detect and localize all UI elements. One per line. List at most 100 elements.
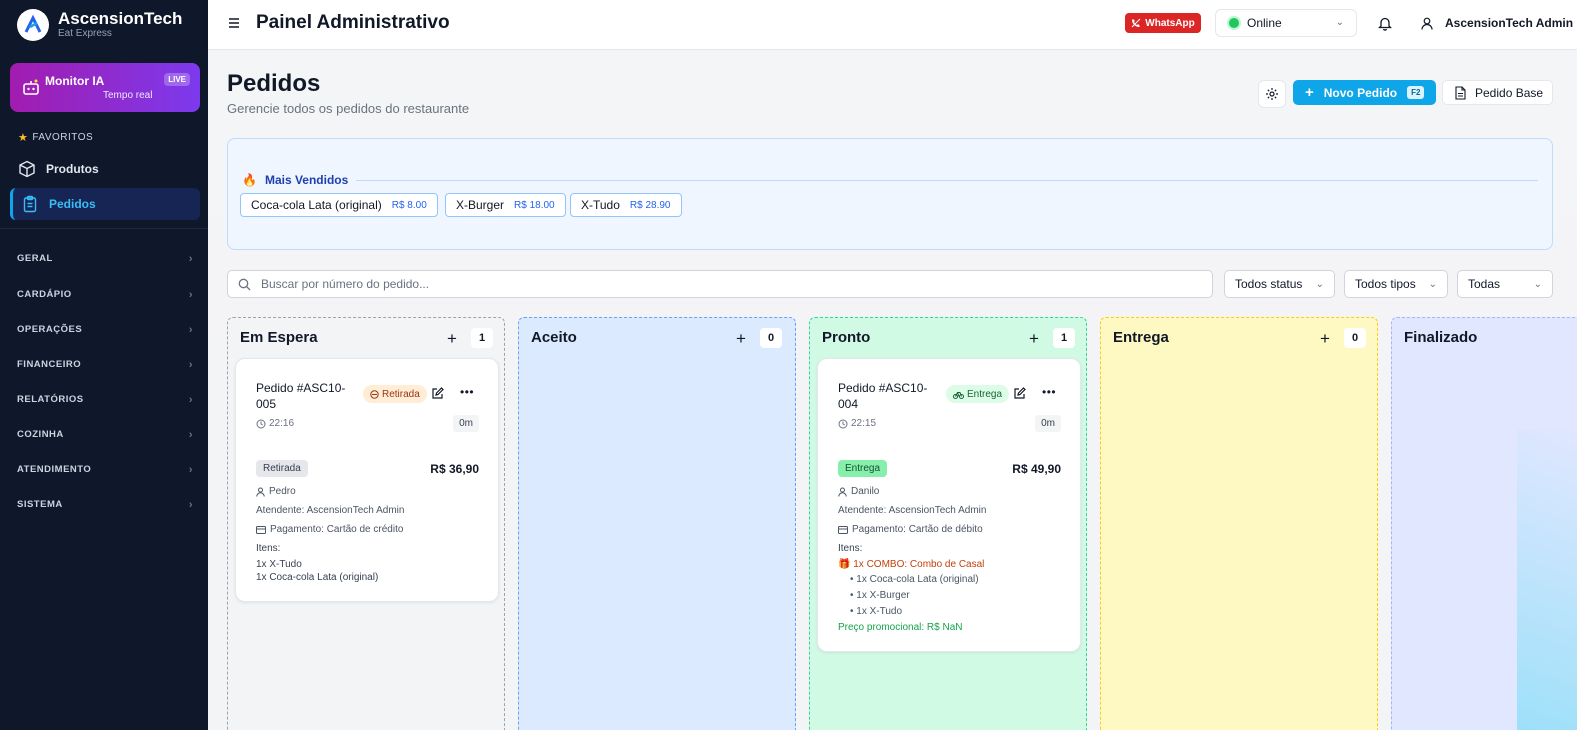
package-icon bbox=[370, 389, 379, 399]
bike-icon bbox=[953, 391, 964, 399]
order-time: 22:15 bbox=[838, 418, 876, 429]
customer-name: Danilo bbox=[838, 486, 879, 497]
attendant: Atendente: AscensionTech Admin bbox=[256, 505, 405, 516]
user-menu[interactable]: AscensionTech Admin bbox=[1421, 16, 1573, 30]
add-order-icon[interactable]: + bbox=[1320, 329, 1330, 349]
page-subtitle: Gerencie todos os pedidos do restaurante bbox=[227, 101, 470, 116]
order-id: Pedido #ASC10- 005 bbox=[256, 381, 346, 411]
bestseller-chip[interactable]: X-Tudo R$ 28.90 bbox=[570, 193, 682, 217]
sidebar-group-financeiro[interactable]: FINANCEIRO › bbox=[17, 359, 193, 371]
brand-subtitle: Eat Express bbox=[58, 28, 112, 39]
clock-icon bbox=[838, 419, 848, 428]
combo-item: 🎁 1x COMBO: Combo de Casal bbox=[838, 559, 985, 570]
column-title: Finalizado bbox=[1404, 329, 1478, 346]
robot-icon bbox=[23, 79, 39, 95]
column-count: 0 bbox=[760, 328, 782, 348]
promo-price: Preço promocional: R$ NaN bbox=[838, 622, 963, 633]
bestseller-chip[interactable]: X-Burger R$ 18.00 bbox=[445, 193, 566, 217]
favorites-header: ★ FAVORITOS bbox=[18, 132, 94, 144]
bell-icon[interactable] bbox=[1378, 16, 1392, 31]
search-input[interactable] bbox=[261, 277, 1181, 291]
items-label: Itens: bbox=[256, 543, 281, 554]
sidebar-divider bbox=[0, 228, 208, 229]
payment-method: Pagamento: Cartão de crédito bbox=[256, 524, 403, 535]
order-type-badge: Retirada bbox=[363, 385, 427, 403]
sidebar-group-cardapio[interactable]: CARDÁPIO › bbox=[17, 289, 193, 301]
bestseller-chip[interactable]: Coca-cola Lata (original) R$ 8.00 bbox=[240, 193, 438, 217]
add-order-icon[interactable]: + bbox=[736, 329, 746, 349]
whatsapp-button[interactable]: WhatsApp bbox=[1125, 13, 1201, 33]
combo-sub-item: • 1x X-Burger bbox=[850, 590, 910, 601]
user-name: AscensionTech Admin bbox=[1445, 16, 1574, 30]
monitor-title: Monitor IA bbox=[45, 74, 105, 88]
type-filter-select[interactable]: Todos tipos ⌄ bbox=[1344, 270, 1448, 298]
column-title: Entrega bbox=[1113, 329, 1169, 346]
hamburger-menu-icon[interactable] bbox=[228, 16, 240, 30]
order-card[interactable]: Pedido #ASC10- 004 Entrega ••• 22:15 0m E… bbox=[817, 358, 1081, 652]
monitor-ia-card[interactable]: Monitor IA Tempo real LIVE bbox=[10, 63, 200, 112]
edit-icon[interactable] bbox=[1013, 387, 1026, 400]
order-id: Pedido #ASC10- 004 bbox=[838, 381, 928, 411]
payment-method: Pagamento: Cartão de débito bbox=[838, 524, 983, 535]
chevron-right-icon: › bbox=[188, 464, 193, 476]
order-card[interactable]: Pedido #ASC10- 005 Retirada ••• 22:16 0m … bbox=[235, 358, 499, 602]
credit-card-icon bbox=[838, 525, 848, 534]
sidebar-item-pedidos[interactable]: Pedidos bbox=[10, 188, 200, 220]
clipboard-icon bbox=[23, 195, 37, 213]
add-order-icon[interactable]: + bbox=[447, 329, 457, 349]
order-item: 1x X-Tudo bbox=[256, 559, 302, 570]
header-title: Painel Administrativo bbox=[256, 12, 450, 33]
base-order-button[interactable]: Pedido Base bbox=[1442, 80, 1553, 105]
column-pronto: Pronto + 1 Pedido #ASC10- 004 Entrega •••… bbox=[809, 317, 1087, 730]
online-status-select[interactable]: Online ⌄ bbox=[1215, 9, 1357, 37]
column-entrega: Entrega + 0 bbox=[1100, 317, 1378, 730]
fire-icon: 🔥 bbox=[242, 173, 257, 187]
elapsed-badge: 0m bbox=[453, 415, 479, 432]
sidebar-group-geral[interactable]: GERAL › bbox=[17, 253, 193, 265]
column-title: Em Espera bbox=[240, 329, 318, 346]
chevron-down-icon: ⌄ bbox=[1428, 278, 1437, 290]
order-type-badge: Entrega bbox=[946, 385, 1010, 403]
sidebar-item-produtos[interactable]: Produtos bbox=[10, 153, 200, 185]
chevron-down-icon: ⌄ bbox=[1315, 278, 1324, 290]
order-type-pill: Entrega bbox=[838, 460, 888, 477]
sidebar-group-cozinha[interactable]: COZINHA › bbox=[17, 429, 193, 441]
shortcut-key-badge: F2 bbox=[1407, 86, 1425, 99]
edit-icon[interactable] bbox=[431, 387, 444, 400]
user-icon bbox=[256, 487, 265, 497]
star-icon: ★ bbox=[18, 132, 29, 144]
chevron-right-icon: › bbox=[188, 359, 193, 371]
sidebar-group-relatorios[interactable]: RELATÓRIOS › bbox=[17, 394, 193, 406]
bestsellers-title: Mais Vendidos bbox=[264, 173, 349, 187]
new-order-button[interactable]: + Novo Pedido F2 bbox=[1293, 80, 1436, 105]
bestsellers-divider bbox=[356, 179, 1538, 181]
monitor-subtitle: Tempo real bbox=[103, 90, 153, 101]
column-count: 0 bbox=[1344, 328, 1366, 348]
user-icon bbox=[1421, 17, 1433, 30]
elapsed-badge: 0m bbox=[1035, 415, 1061, 432]
brand-logo-icon bbox=[17, 9, 49, 41]
combo-sub-item: • 1x X-Tudo bbox=[850, 606, 903, 617]
sidebar-group-atendimento[interactable]: ATENDIMENTO › bbox=[17, 464, 193, 476]
page-title: Pedidos bbox=[227, 70, 321, 97]
column-aceito: Aceito + 0 bbox=[518, 317, 796, 730]
sidebar-item-label: Produtos bbox=[46, 162, 99, 176]
more-options-icon[interactable]: ••• bbox=[1042, 385, 1056, 399]
order-type-pill: Retirada bbox=[256, 460, 308, 477]
more-options-icon[interactable]: ••• bbox=[460, 385, 474, 399]
chevron-right-icon: › bbox=[188, 429, 193, 441]
brand[interactable]: AscensionTech Eat Express bbox=[0, 0, 208, 50]
add-order-icon[interactable]: + bbox=[1029, 329, 1039, 349]
sidebar-group-operacoes[interactable]: OPERAÇÕES › bbox=[17, 324, 193, 336]
status-filter-select[interactable]: Todos status ⌄ bbox=[1224, 270, 1335, 298]
search-icon bbox=[238, 278, 251, 290]
chevron-right-icon: › bbox=[188, 394, 193, 406]
live-badge: LIVE bbox=[164, 73, 190, 86]
column-count: 1 bbox=[471, 328, 493, 348]
order-total: R$ 36,90 bbox=[430, 462, 479, 476]
status-dot-icon bbox=[1229, 18, 1239, 28]
sidebar-group-sistema[interactable]: SISTEMA › bbox=[17, 499, 193, 511]
document-icon bbox=[1455, 85, 1466, 100]
period-filter-select[interactable]: Todas ⌄ bbox=[1457, 270, 1553, 298]
settings-button[interactable] bbox=[1258, 80, 1286, 108]
